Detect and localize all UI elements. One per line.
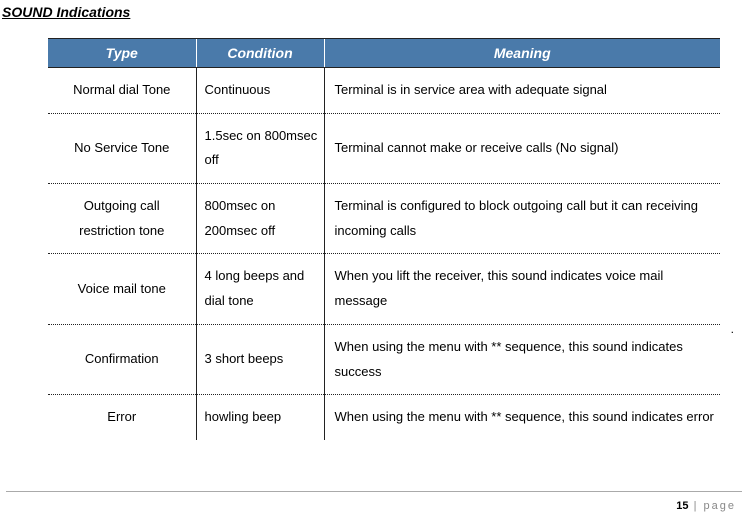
footer-sep: | <box>689 500 704 512</box>
footer-rule <box>6 491 742 492</box>
footer-label: page <box>704 500 736 512</box>
cell-meaning: When you lift the receiver, this sound i… <box>324 254 720 324</box>
cell-condition: 1.5sec on 800msec off <box>196 113 324 183</box>
cell-meaning: Terminal is configured to block outgoing… <box>324 184 720 254</box>
cell-condition: howling beep <box>196 395 324 440</box>
table-row: Normal dial Tone Continuous Terminal is … <box>48 68 720 114</box>
table-row: Outgoing call restriction tone 800msec o… <box>48 184 720 254</box>
table-row: Error howling beep When using the menu w… <box>48 395 720 440</box>
cell-condition: 800msec on 200msec off <box>196 184 324 254</box>
page-number: 15 <box>676 500 688 512</box>
cell-type: Confirmation <box>48 324 196 394</box>
cell-type: Error <box>48 395 196 440</box>
cell-condition: Continuous <box>196 68 324 114</box>
cell-condition: 4 long beeps and dial tone <box>196 254 324 324</box>
cell-type: Normal dial Tone <box>48 68 196 114</box>
header-type: Type <box>48 39 196 68</box>
table-row: Confirmation 3 short beeps When using th… <box>48 324 720 394</box>
table-row: Voice mail tone 4 long beeps and dial to… <box>48 254 720 324</box>
stray-dot: . <box>731 322 734 336</box>
sound-indications-table: Type Condition Meaning Normal dial Tone … <box>48 38 720 440</box>
cell-type: Voice mail tone <box>48 254 196 324</box>
cell-condition: 3 short beeps <box>196 324 324 394</box>
header-condition: Condition <box>196 39 324 68</box>
table-header-row: Type Condition Meaning <box>48 39 720 68</box>
cell-type: Outgoing call restriction tone <box>48 184 196 254</box>
cell-meaning: Terminal is in service area with adequat… <box>324 68 720 114</box>
cell-meaning: When using the menu with ** sequence, th… <box>324 395 720 440</box>
header-meaning: Meaning <box>324 39 720 68</box>
table-row: No Service Tone 1.5sec on 800msec off Te… <box>48 113 720 183</box>
cell-meaning: When using the menu with ** sequence, th… <box>324 324 720 394</box>
cell-type: No Service Tone <box>48 113 196 183</box>
section-title: SOUND Indications <box>2 4 748 20</box>
sound-indications-table-wrap: Type Condition Meaning Normal dial Tone … <box>48 38 720 440</box>
page-footer: 15 | page <box>676 500 736 512</box>
cell-meaning: Terminal cannot make or receive calls (N… <box>324 113 720 183</box>
